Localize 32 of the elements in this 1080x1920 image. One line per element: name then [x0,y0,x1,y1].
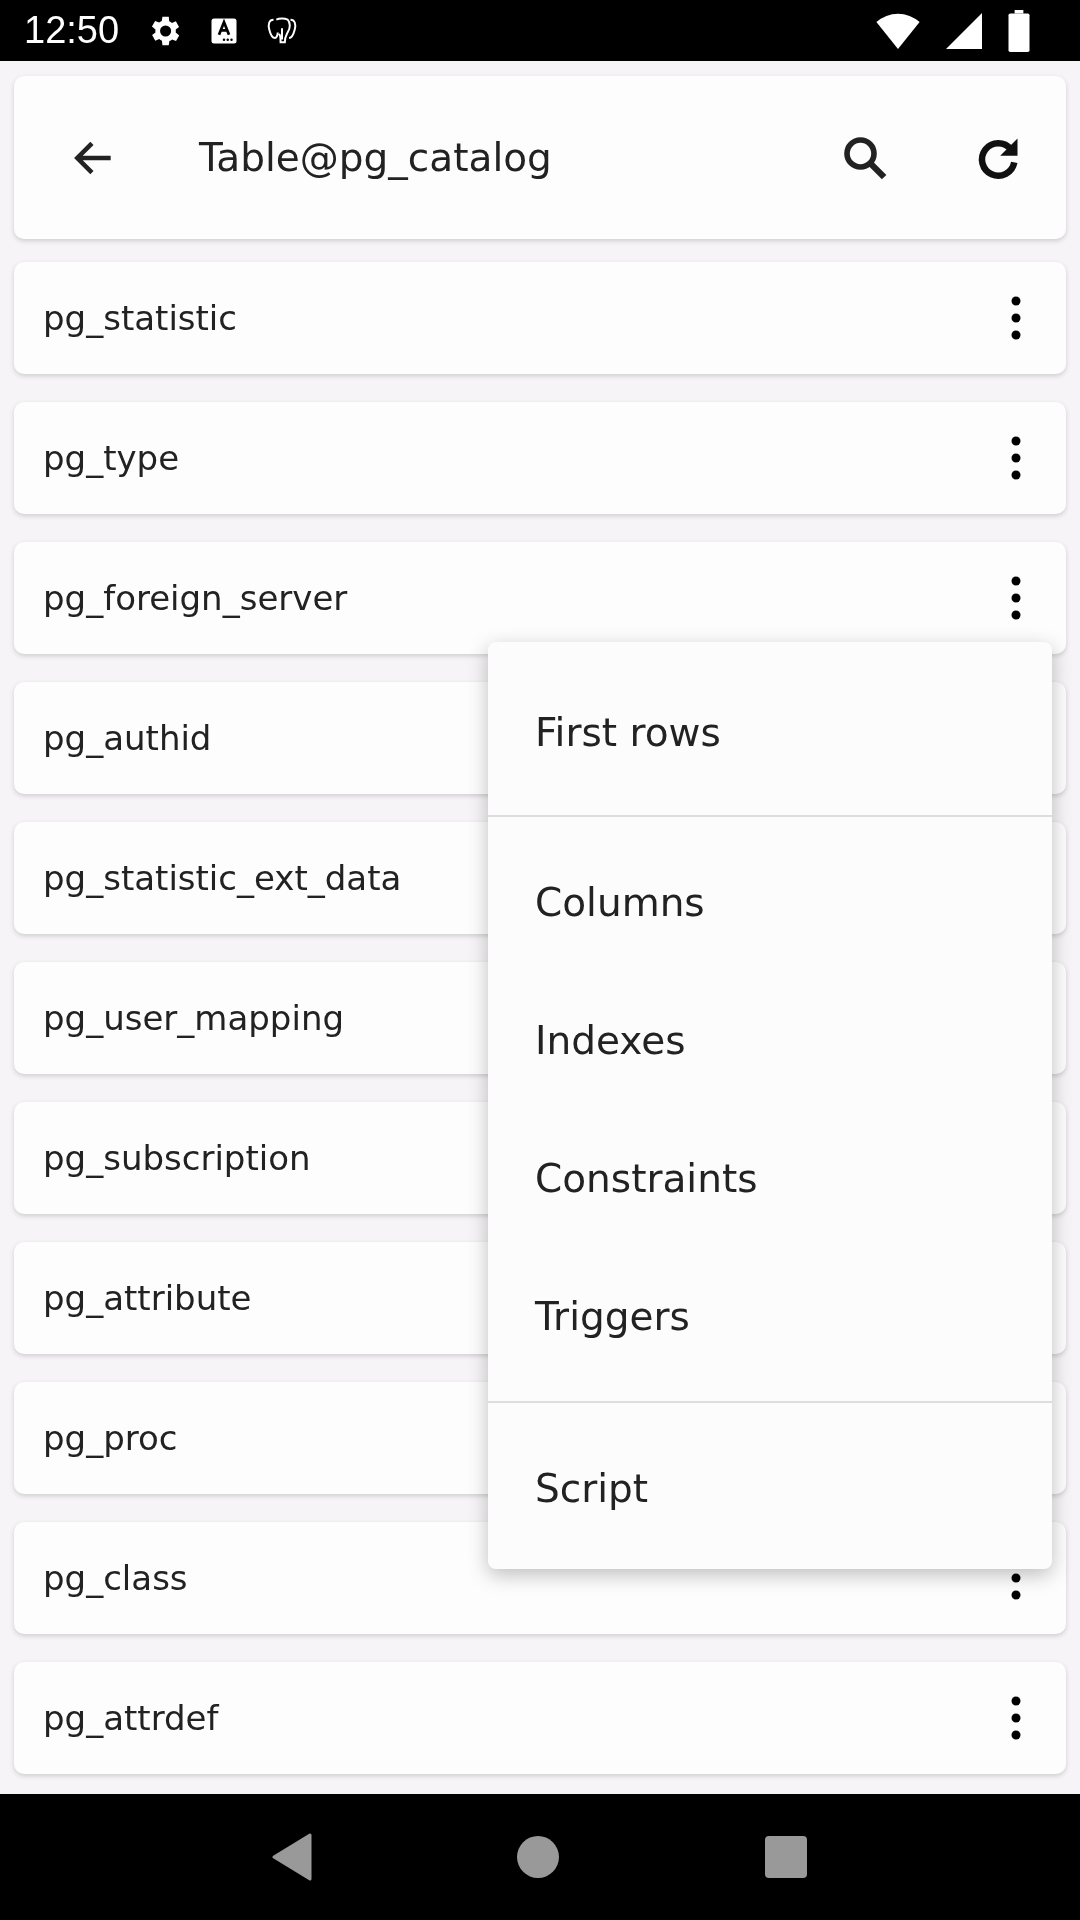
table-name: pg_proc [43,1418,178,1458]
table-name: pg_statistic_ext_data [43,858,402,898]
battery-icon [1008,9,1030,52]
more-options-icon[interactable] [1010,576,1022,620]
home-icon[interactable] [516,1835,560,1879]
table-name: pg_attrdef [43,1698,219,1738]
menu-item[interactable]: Triggers [488,1247,1052,1385]
screen-title: Table@pg_catalog [199,135,552,180]
table-name: pg_class [43,1558,188,1598]
menu-item[interactable]: First rows [488,663,1052,801]
more-options-icon[interactable] [1010,296,1022,340]
more-options-icon[interactable] [1010,436,1022,480]
recents-icon[interactable] [764,1835,808,1879]
more-options-icon[interactable] [1010,1696,1022,1740]
menu-item[interactable]: Columns [488,833,1052,971]
table-list-item[interactable]: pg_type [14,402,1066,514]
table-name: pg_attribute [43,1278,252,1318]
table-name: pg_authid [43,718,212,758]
table-list-item[interactable]: pg_foreign_server [14,542,1066,654]
signal-icon [946,12,982,49]
clock: 12:50 [24,9,120,52]
back-icon[interactable] [272,1833,312,1881]
menu-item[interactable]: Constraints [488,1109,1052,1247]
table-list-item[interactable]: pg_statistic [14,262,1066,374]
table-name: pg_foreign_server [43,578,348,618]
table-name: pg_statistic [43,298,237,338]
menu-item[interactable]: Indexes [488,971,1052,1109]
table-name: pg_user_mapping [43,998,345,1038]
table-name: pg_type [43,438,180,478]
table-name: pg_subscription [43,1138,311,1178]
wifi-icon [876,12,920,49]
table-list-item[interactable]: pg_attrdef [14,1662,1066,1774]
